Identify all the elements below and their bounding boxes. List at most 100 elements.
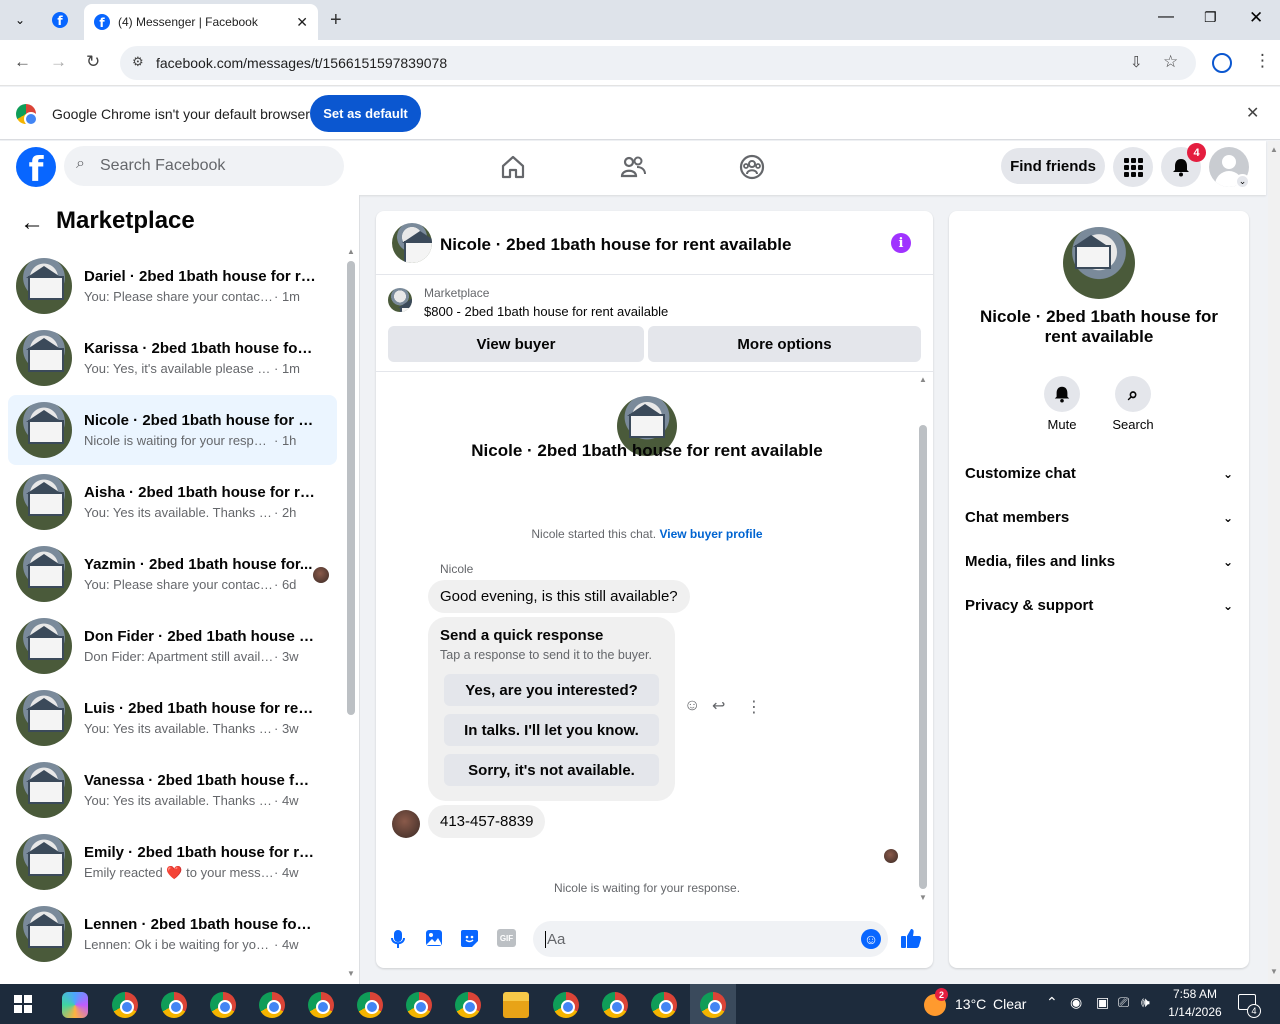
window-close-icon[interactable]: ✕ — [1249, 8, 1263, 28]
volume-icon[interactable]: 🕪 — [1141, 994, 1150, 1011]
react-icon[interactable]: ☺ — [684, 697, 700, 715]
conversation-scrollbar[interactable] — [347, 261, 355, 715]
chrome-taskbar-icon[interactable] — [455, 992, 481, 1018]
chat-scroll-up-icon[interactable]: ▲ — [919, 375, 927, 384]
install-app-icon[interactable]: ⇩ — [1130, 53, 1143, 71]
conversation-item[interactable]: Aisha · 2bed 1bath house for ren... You: … — [8, 467, 337, 537]
home-icon[interactable] — [499, 153, 527, 181]
chrome-taskbar-icon[interactable] — [357, 992, 383, 1018]
site-info-icon[interactable]: ⚙ — [132, 54, 144, 70]
conversation-item[interactable]: Don Fider · 2bed 1bath house fo... Don Fi… — [8, 611, 337, 681]
record-icon[interactable]: ◉ — [1070, 994, 1082, 1011]
quick-response-in-talks[interactable]: In talks. I'll let you know. — [444, 714, 659, 746]
conversation-time: · 6d — [274, 577, 297, 592]
conversation-item[interactable]: Luis · 2bed 1bath house for rent ... You:… — [8, 683, 337, 753]
clock-date[interactable]: 1/14/2026 — [1163, 1005, 1227, 1019]
emoji-icon[interactable]: ☺ — [861, 929, 881, 949]
friends-icon[interactable] — [619, 153, 647, 181]
message-bubble-1[interactable]: Good evening, is this still available? — [428, 580, 690, 613]
new-tab-icon[interactable]: + — [330, 9, 342, 32]
reload-icon[interactable]: ↻ — [86, 52, 100, 72]
more-actions-icon[interactable]: ⋮ — [746, 697, 762, 717]
conversation-item[interactable]: Dariel · 2bed 1bath house for re... You: … — [8, 251, 337, 321]
sender-avatar[interactable] — [392, 810, 420, 838]
network-icon[interactable]: ⎚ — [1118, 994, 1129, 1011]
gif-icon[interactable]: GIF — [497, 929, 516, 947]
address-bar[interactable]: ⚙ facebook.com/messages/t/15661515978390… — [120, 46, 1196, 80]
chrome-taskbar-icon[interactable] — [161, 992, 187, 1018]
tab-close-icon[interactable]: ✕ — [296, 14, 308, 31]
mute-button[interactable] — [1044, 376, 1080, 412]
microphone-icon[interactable] — [390, 929, 406, 949]
back-arrow-icon[interactable]: ← — [20, 209, 44, 237]
groups-icon[interactable] — [738, 153, 766, 181]
chrome-taskbar-icon[interactable] — [259, 992, 285, 1018]
set-as-default-button[interactable]: Set as default — [310, 95, 421, 132]
pinned-facebook-tab-icon[interactable]: f — [52, 12, 68, 28]
info-icon[interactable]: i — [891, 233, 911, 253]
message-bubble-2[interactable]: 413-457-8839 — [428, 805, 546, 838]
chrome-taskbar-icon[interactable] — [553, 992, 579, 1018]
conversation-time: · 2h — [274, 505, 297, 520]
quick-response-yes[interactable]: Yes, are you interested? — [444, 674, 659, 706]
photo-icon[interactable] — [425, 929, 443, 947]
profile-icon[interactable] — [1212, 53, 1232, 73]
chrome-taskbar-icon[interactable] — [651, 992, 677, 1018]
conversation-item[interactable]: Vanessa · 2bed 1bath house for r... You: … — [8, 755, 337, 825]
forward-icon[interactable]: → — [50, 52, 67, 72]
section-customize-chat[interactable]: Customize chat ⌄ — [965, 465, 1233, 482]
find-friends-button[interactable]: Find friends — [1001, 148, 1105, 184]
conversation-item[interactable]: Karissa · 2bed 1bath house for re... You:… — [8, 323, 337, 393]
chat-title[interactable]: Nicole · 2bed 1bath house for rent avail… — [440, 235, 791, 255]
file-explorer-icon[interactable] — [503, 992, 529, 1018]
sticker-icon[interactable] — [460, 929, 479, 948]
copilot-icon[interactable] — [62, 992, 88, 1018]
active-taskbar-item[interactable] — [690, 984, 736, 1024]
more-options-button[interactable]: More options — [648, 326, 921, 362]
restore-icon[interactable]: ❐ — [1204, 9, 1217, 26]
section-chat-members[interactable]: Chat members ⌄ — [965, 509, 1233, 526]
quick-response-not-available[interactable]: Sorry, it's not available. — [444, 754, 659, 786]
chrome-taskbar-icon[interactable] — [602, 992, 628, 1018]
tray-chevron-icon[interactable]: ⌃ — [1046, 994, 1058, 1011]
view-buyer-button[interactable]: View buyer — [388, 326, 644, 362]
view-buyer-profile-link[interactable]: View buyer profile — [659, 527, 762, 541]
chat-scrollbar[interactable] — [919, 425, 927, 889]
reply-icon[interactable]: ↩ — [712, 696, 725, 716]
facebook-logo-icon[interactable]: f — [16, 147, 56, 187]
thumbs-up-icon[interactable] — [900, 927, 922, 949]
section-privacy-support[interactable]: Privacy & support ⌄ — [965, 597, 1233, 614]
menu-grid-button[interactable] — [1113, 147, 1153, 187]
conversation-item[interactable]: Lennen · 2bed 1bath house for r... Lennen… — [8, 899, 337, 969]
conversation-item[interactable]: Nicole · 2bed 1bath house for re... Nicol… — [8, 395, 337, 465]
search-conversation-button[interactable]: ⌕ — [1115, 376, 1151, 412]
message-input[interactable]: Aa — [533, 921, 888, 957]
device-icon[interactable]: ▣ — [1096, 994, 1109, 1011]
facebook-search-input[interactable]: ⌕ Search Facebook — [64, 146, 344, 186]
scroll-up-icon[interactable]: ▲ — [347, 247, 355, 256]
conversation-item[interactable]: Yazmin · 2bed 1bath house for... You: Ple… — [8, 539, 337, 609]
infobar-close-icon[interactable]: ✕ — [1246, 103, 1259, 123]
page-scrollbar[interactable]: ▲ ▼ — [1268, 141, 1280, 984]
windows-start-icon[interactable] — [14, 995, 32, 1013]
chrome-taskbar-icon[interactable] — [112, 992, 138, 1018]
scroll-down-icon[interactable]: ▼ — [347, 969, 355, 978]
chat-scroll-down-icon[interactable]: ▼ — [919, 893, 927, 902]
section-media-files-links[interactable]: Media, files and links ⌄ — [965, 553, 1233, 570]
active-tab[interactable]: f (4) Messenger | Facebook ✕ — [84, 4, 318, 40]
message-input-placeholder: Aa — [545, 930, 566, 948]
back-icon[interactable]: ← — [14, 52, 31, 72]
chrome-taskbar-icon[interactable] — [210, 992, 236, 1018]
seen-avatar — [313, 567, 329, 583]
tab-search-icon[interactable]: ⌄ — [8, 8, 32, 32]
quick-response-title: Send a quick response — [440, 627, 604, 644]
chrome-taskbar-icon[interactable] — [308, 992, 334, 1018]
chrome-taskbar-icon[interactable] — [406, 992, 432, 1018]
menu-kebab-icon[interactable]: ⋮ — [1254, 51, 1271, 71]
minimize-icon[interactable]: — — [1158, 8, 1174, 26]
bookmark-star-icon[interactable]: ☆ — [1163, 52, 1178, 72]
account-chevron-icon[interactable]: ⌄ — [1235, 174, 1250, 189]
clock-time[interactable]: 7:58 AM — [1166, 987, 1224, 1001]
chat-header-avatar[interactable] — [392, 223, 432, 263]
conversation-item[interactable]: Emily · 2bed 1bath house for ren... Emily… — [8, 827, 337, 897]
